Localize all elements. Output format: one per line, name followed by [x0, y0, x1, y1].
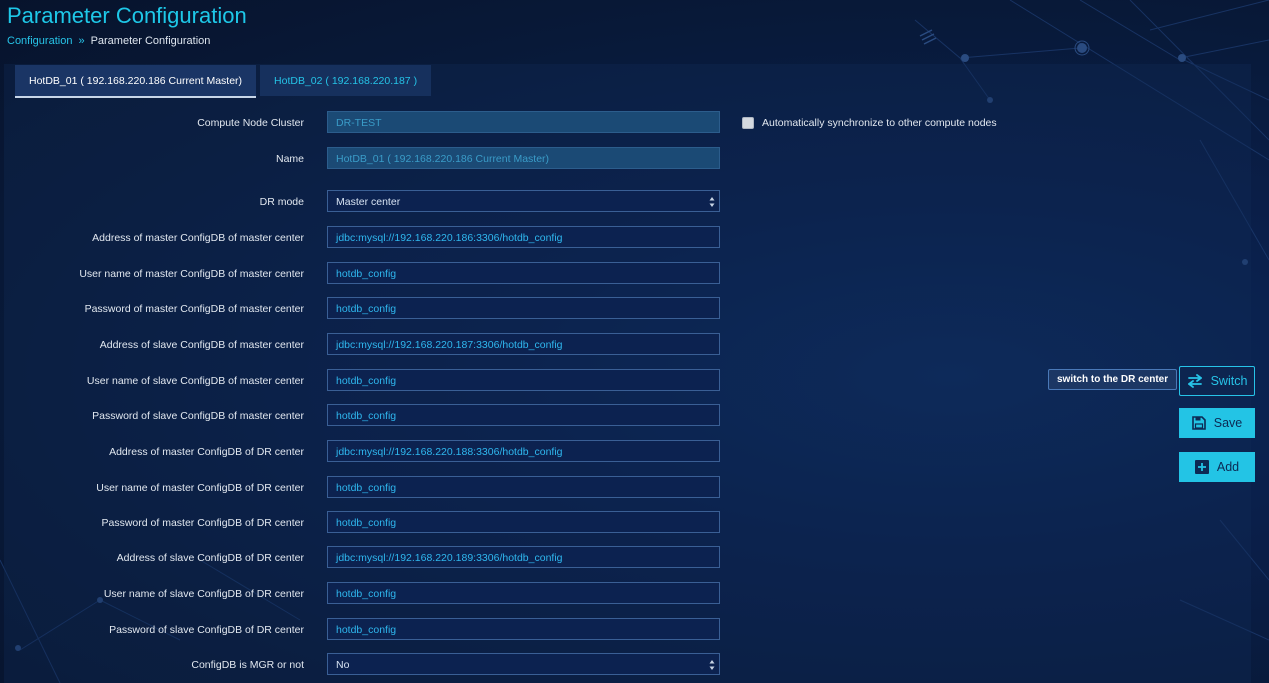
- form-row-slave-addr-dr: Address of slave ConfigDB of DR center j…: [0, 546, 720, 570]
- form-row-slave-addr-master: Address of slave ConfigDB of master cent…: [0, 333, 720, 357]
- save-icon: [1191, 416, 1206, 430]
- master-pass-dr-label: Password of master ConfigDB of DR center: [101, 517, 305, 529]
- save-button-label: Save: [1213, 416, 1243, 430]
- form-row-compute-node-cluster: Compute Node Cluster DR-TEST: [0, 111, 720, 135]
- form-row-slave-pass-master: Password of slave ConfigDB of master cen…: [0, 404, 720, 428]
- slave-addr-master-input[interactable]: jdbc:mysql://192.168.220.187:3306/hotdb_…: [327, 333, 720, 355]
- tab-hotdb-01[interactable]: HotDB_01 ( 192.168.220.186 Current Maste…: [15, 65, 257, 98]
- form-row-slave-user-dr: User name of slave ConfigDB of DR center…: [0, 582, 720, 606]
- configdb-mgr-label: ConfigDB is MGR or not: [191, 659, 304, 671]
- page-title: Parameter Configuration: [7, 3, 247, 28]
- add-button-label: Add: [1216, 460, 1240, 474]
- switch-arrows-icon: [1187, 374, 1202, 388]
- add-button[interactable]: Add: [1179, 452, 1255, 482]
- slave-user-dr-input[interactable]: hotdb_config: [327, 582, 720, 604]
- auto-sync-checkbox-row: Automatically synchronize to other compu…: [742, 117, 997, 129]
- switch-tooltip: switch to the DR center: [1048, 369, 1178, 390]
- form-row-name: Name HotDB_01 ( 192.168.220.186 Current …: [0, 147, 720, 171]
- master-addr-master-input[interactable]: jdbc:mysql://192.168.220.186:3306/hotdb_…: [327, 226, 720, 248]
- slave-user-master-label: User name of slave ConfigDB of master ce…: [86, 375, 304, 387]
- master-user-master-label: User name of master ConfigDB of master c…: [79, 268, 304, 280]
- plus-square-icon: [1194, 460, 1209, 474]
- form-row-configdb-mgr: ConfigDB is MGR or not No: [0, 653, 720, 677]
- master-user-master-input[interactable]: hotdb_config: [327, 262, 720, 284]
- auto-sync-checkbox[interactable]: [742, 117, 754, 129]
- auto-sync-label: Automatically synchronize to other compu…: [762, 117, 997, 129]
- configdb-mgr-select[interactable]: No: [327, 653, 720, 675]
- form-row-master-pass-dr: Password of master ConfigDB of DR center…: [0, 511, 720, 535]
- compute-node-cluster-field[interactable]: DR-TEST: [327, 111, 720, 133]
- form-row-master-user-dr: User name of master ConfigDB of DR cente…: [0, 476, 720, 500]
- breadcrumb: Configuration » Parameter Configuration: [7, 35, 210, 47]
- master-pass-master-input[interactable]: hotdb_config: [327, 297, 720, 319]
- slave-pass-dr-input[interactable]: hotdb_config: [327, 618, 720, 640]
- master-addr-master-label: Address of master ConfigDB of master cen…: [92, 232, 304, 244]
- save-button[interactable]: Save: [1179, 408, 1255, 438]
- dr-mode-label: DR mode: [259, 196, 304, 208]
- slave-user-dr-label: User name of slave ConfigDB of DR center: [103, 588, 304, 600]
- select-arrows-icon: [709, 197, 715, 207]
- breadcrumb-separator-icon: »: [78, 35, 85, 47]
- dr-mode-value: Master center: [336, 196, 401, 208]
- slave-pass-dr-label: Password of slave ConfigDB of DR center: [109, 624, 304, 636]
- form-row-master-addr-dr: Address of master ConfigDB of DR center …: [0, 440, 720, 464]
- name-field[interactable]: HotDB_01 ( 192.168.220.186 Current Maste…: [327, 147, 720, 169]
- slave-addr-dr-label: Address of slave ConfigDB of DR center: [116, 552, 304, 564]
- switch-button-label: Switch: [1210, 374, 1248, 388]
- master-pass-dr-input[interactable]: hotdb_config: [327, 511, 720, 533]
- master-user-dr-input[interactable]: hotdb_config: [327, 476, 720, 498]
- name-label: Name: [275, 153, 304, 165]
- dr-mode-select[interactable]: Master center: [327, 190, 720, 212]
- form-row-master-addr-master: Address of master ConfigDB of master cen…: [0, 226, 720, 250]
- switch-button[interactable]: Switch: [1179, 366, 1255, 396]
- master-addr-dr-input[interactable]: jdbc:mysql://192.168.220.188:3306/hotdb_…: [327, 440, 720, 462]
- slave-pass-master-input[interactable]: hotdb_config: [327, 404, 720, 426]
- configdb-mgr-value: No: [336, 659, 350, 671]
- form-row-slave-user-master: User name of slave ConfigDB of master ce…: [0, 369, 720, 393]
- select-arrows-icon: [709, 660, 715, 670]
- form-row-master-pass-master: Password of master ConfigDB of master ce…: [0, 297, 720, 321]
- slave-addr-dr-input[interactable]: jdbc:mysql://192.168.220.189:3306/hotdb_…: [327, 546, 720, 568]
- node-tabs: HotDB_01 ( 192.168.220.186 Current Maste…: [15, 65, 432, 98]
- form-row-master-user-master: User name of master ConfigDB of master c…: [0, 262, 720, 286]
- tab-hotdb-02[interactable]: HotDB_02 ( 192.168.220.187 ): [260, 65, 432, 96]
- slave-addr-master-label: Address of slave ConfigDB of master cent…: [99, 339, 304, 351]
- master-addr-dr-label: Address of master ConfigDB of DR center: [109, 446, 304, 458]
- form-row-slave-pass-dr: Password of slave ConfigDB of DR center …: [0, 618, 720, 642]
- slave-pass-master-label: Password of slave ConfigDB of master cen…: [92, 410, 304, 422]
- breadcrumb-link-configuration[interactable]: Configuration: [7, 35, 72, 47]
- form-row-dr-mode: DR mode Master center: [0, 190, 720, 214]
- slave-user-master-input[interactable]: hotdb_config: [327, 369, 720, 391]
- master-user-dr-label: User name of master ConfigDB of DR cente…: [96, 482, 304, 494]
- master-pass-master-label: Password of master ConfigDB of master ce…: [84, 303, 304, 315]
- breadcrumb-current: Parameter Configuration: [90, 35, 211, 47]
- compute-node-cluster-label: Compute Node Cluster: [197, 117, 304, 129]
